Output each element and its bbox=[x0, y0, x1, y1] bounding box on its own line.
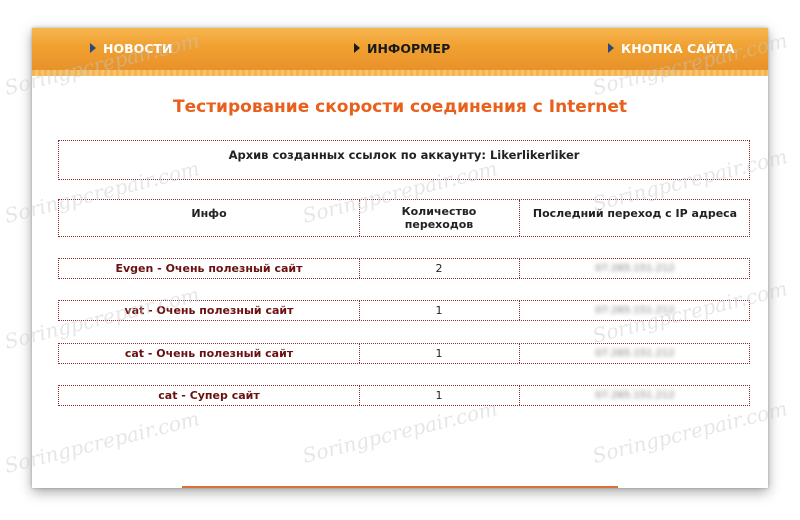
page-card: НОВОСТИ ИНФОРМЕР КНОПКА САЙТА Тестирован… bbox=[32, 28, 768, 488]
visit-count: 1 bbox=[435, 389, 443, 402]
nav-item-label: НОВОСТИ bbox=[103, 41, 173, 56]
archive-label: Архив созданных ссылок по аккаунту: Like… bbox=[228, 148, 580, 162]
table-row: Evgen - Очень полезный сайт 2 07.265.151… bbox=[58, 258, 750, 279]
site-link[interactable]: vat - Очень полезный сайт bbox=[59, 301, 359, 320]
table-row: vat - Очень полезный сайт 1 07.265.151.2… bbox=[58, 300, 750, 321]
bottom-divider bbox=[182, 486, 618, 488]
header-info: Инфо bbox=[191, 207, 227, 220]
visit-count: 2 bbox=[435, 262, 443, 275]
ip-address: 07.265.151.212 bbox=[595, 390, 675, 401]
nav-item-site-button[interactable]: КНОПКА САЙТА bbox=[608, 41, 735, 56]
top-navigation: НОВОСТИ ИНФОРМЕР КНОПКА САЙТА bbox=[32, 28, 768, 70]
site-link[interactable]: Evgen - Очень полезный сайт bbox=[59, 259, 359, 278]
arrow-right-icon bbox=[608, 43, 614, 53]
ip-address: 07.265.151.212 bbox=[595, 348, 675, 359]
header-last-ip: Последний переход с IP адреса bbox=[532, 207, 738, 220]
visit-count: 1 bbox=[435, 347, 443, 360]
archive-box: Архив созданных ссылок по аккаунту: Like… bbox=[58, 140, 750, 180]
site-link[interactable]: cat - Супер сайт bbox=[59, 386, 359, 405]
table-row: cat - Очень полезный сайт 1 07.265.151.2… bbox=[58, 343, 750, 364]
nav-stripe bbox=[32, 70, 768, 76]
nav-item-label: ИНФОРМЕР bbox=[367, 41, 451, 56]
nav-item-news[interactable]: НОВОСТИ bbox=[90, 41, 172, 56]
arrow-right-icon bbox=[354, 43, 360, 53]
ip-address: 07.265.151.212 bbox=[595, 263, 675, 274]
header-count: Количество переходов bbox=[401, 205, 477, 231]
site-link[interactable]: cat - Очень полезный сайт bbox=[59, 344, 359, 363]
nav-item-informer[interactable]: ИНФОРМЕР bbox=[354, 41, 450, 56]
table-header: Инфо Количество переходов Последний пере… bbox=[58, 199, 750, 237]
page-title: Тестирование скорости соединения с Inter… bbox=[173, 97, 627, 117]
table-row: cat - Супер сайт 1 07.265.151.212 bbox=[58, 385, 750, 406]
nav-item-label: КНОПКА САЙТА bbox=[621, 41, 735, 56]
visit-count: 1 bbox=[435, 304, 443, 317]
arrow-right-icon bbox=[90, 43, 96, 53]
ip-address: 07.265.151.212 bbox=[595, 305, 675, 316]
